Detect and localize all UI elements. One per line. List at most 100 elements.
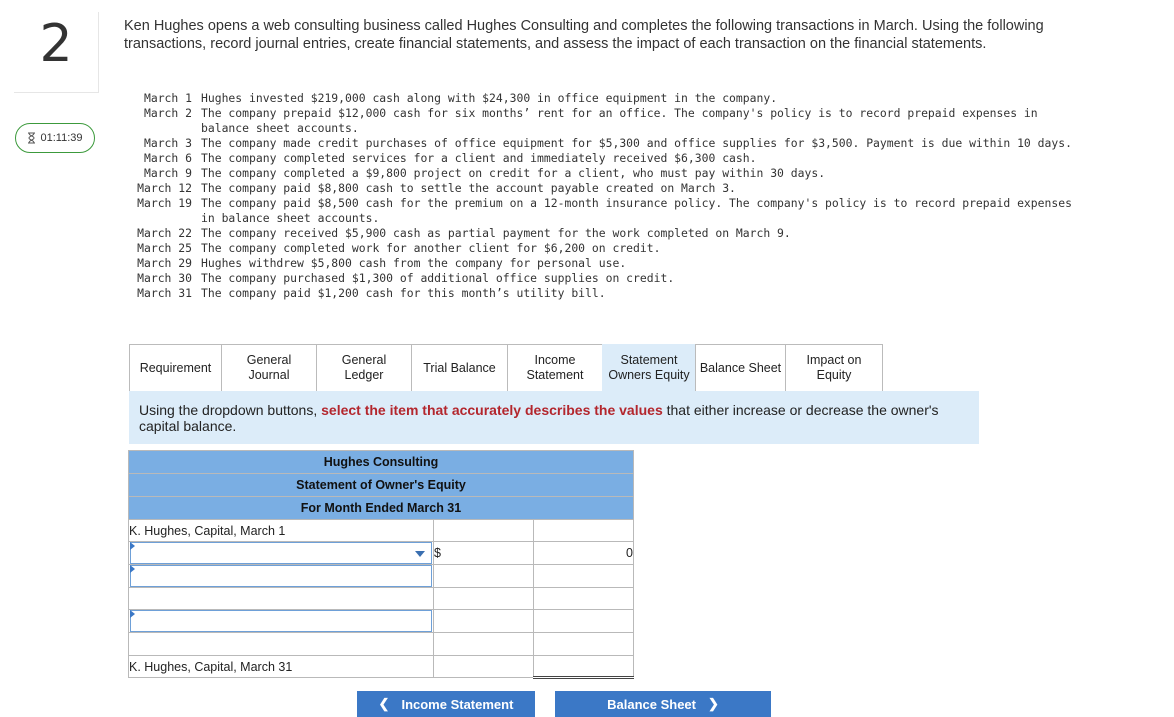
dollar-sign: $ (433, 541, 534, 565)
transaction-row: March 9 The company completed a $9,800 pr… (122, 166, 1122, 181)
flag-icon (130, 542, 135, 550)
transaction-text: The company completed services for a cli… (201, 151, 757, 165)
tab-requirement[interactable]: Requirement (129, 344, 222, 391)
transaction-date: March 12 (137, 181, 192, 195)
opening-capital-label: K. Hughes, Capital, March 1 (128, 519, 434, 542)
transaction-text: The company made credit purchases of off… (201, 136, 1072, 150)
tab-label: Impact on Equity (806, 353, 862, 382)
transaction-date: March 19 (137, 196, 192, 210)
transaction-text: The company completed a $9,800 project o… (201, 166, 826, 180)
table-row (128, 632, 634, 656)
statement-period: For Month Ended March 31 (128, 496, 634, 520)
prev-button-label: Income Statement (401, 696, 514, 712)
statement-title: Statement of Owner's Equity (128, 473, 634, 497)
transaction-date: March 29 (137, 256, 192, 270)
tab-label: General Journal (246, 353, 292, 382)
table-row (128, 609, 634, 633)
hourglass-icon (27, 132, 36, 144)
empty-cell (533, 587, 634, 610)
transaction-text: The company purchased $1,300 of addition… (201, 271, 675, 285)
table-row: K. Hughes, Capital, March 1 (128, 519, 634, 542)
transaction-date: March 6 (143, 151, 192, 165)
transaction-row: March 25 The company completed work for a… (122, 241, 1122, 256)
tab-label: General Ledger (341, 353, 387, 382)
empty-cell (533, 609, 634, 633)
tab-income-statement[interactable]: Income Statement (507, 344, 603, 391)
transaction-text: Hughes withdrew $5,800 cash from the com… (201, 256, 627, 270)
transaction-date: March 9 (143, 166, 192, 180)
transaction-date: March 2 (143, 106, 192, 120)
requirement-tabs: Requirement General Journal General Ledger… (129, 344, 883, 391)
transaction-text: The company received $5,900 cash as part… (201, 226, 791, 240)
empty-cell (433, 519, 534, 542)
tab-label: Income Statement (526, 353, 584, 382)
instruction-box: Using the dropdown buttons, select the i… (129, 391, 979, 444)
next-button-label: Balance Sheet (607, 696, 696, 712)
item-input[interactable] (130, 565, 432, 587)
timer-value: 01:11:39 (40, 132, 83, 144)
table-row (128, 587, 634, 610)
question-number: 2 (39, 14, 73, 74)
transaction-date: March 22 (137, 226, 192, 240)
transaction-date: March 30 (137, 271, 192, 285)
timer: 01:11:39 (15, 123, 95, 153)
transaction-text: The company paid $8,500 cash for the pre… (201, 196, 1072, 225)
tab-label: Requirement (139, 360, 212, 375)
transaction-list: March 1 Hughes invested $219,000 cash alo… (122, 91, 1122, 301)
flag-icon (130, 565, 135, 573)
empty-cell (433, 632, 534, 656)
transaction-row: March 3 The company made credit purchases… (122, 136, 1122, 151)
closing-amount-cell[interactable] (533, 655, 634, 679)
empty-cell (433, 564, 534, 588)
tab-trial-balance[interactable]: Trial Balance (411, 344, 508, 391)
transaction-row: March 1 Hughes invested $219,000 cash alo… (122, 91, 1122, 106)
amount-value: 0 (533, 541, 634, 565)
transaction-row: March 22 The company received $5,900 cash… (122, 226, 1122, 241)
item-dropdown[interactable] (130, 542, 432, 564)
problem-intro: Ken Hughes opens a web consulting busine… (124, 18, 1044, 52)
transaction-text: The company paid $1,200 cash for this mo… (201, 286, 606, 300)
closing-capital-label: K. Hughes, Capital, March 31 (128, 655, 434, 678)
transaction-date: March 25 (137, 241, 192, 255)
tab-general-ledger[interactable]: General Ledger (316, 344, 412, 391)
company-name: Hughes Consulting (128, 450, 634, 474)
table-row: $ 0 (128, 541, 634, 565)
transaction-row: March 2 The company prepaid $12,000 cash … (122, 106, 1122, 136)
transaction-text: Hughes invested $219,000 cash along with… (201, 91, 778, 105)
item-input[interactable] (130, 610, 432, 632)
tab-statement-owners-equity[interactable]: Statement Owners Equity (602, 344, 696, 391)
tab-general-journal[interactable]: General Journal (221, 344, 317, 391)
transaction-date: March 3 (143, 136, 192, 150)
tab-label: Balance Sheet (699, 360, 782, 375)
empty-cell (533, 564, 634, 588)
empty-cell (433, 587, 534, 610)
tab-impact-on-equity[interactable]: Impact on Equity (785, 344, 883, 391)
prev-income-statement-button[interactable]: ❮ Income Statement (357, 691, 535, 717)
tab-label: Statement Owners Equity (608, 353, 690, 382)
transaction-text: The company completed work for another c… (201, 241, 661, 255)
empty-cell (128, 587, 434, 610)
empty-cell (128, 632, 434, 656)
empty-cell (533, 519, 634, 542)
empty-cell (433, 655, 534, 678)
transaction-date: March 31 (137, 286, 192, 300)
empty-cell (433, 609, 534, 633)
transaction-row: March 12 The company paid $8,800 cash to … (122, 181, 1122, 196)
flag-icon (130, 610, 135, 618)
transaction-row: March 31 The company paid $1,200 cash for… (122, 286, 1122, 301)
table-row: K. Hughes, Capital, March 31 (128, 655, 634, 679)
transaction-row: March 19 The company paid $8,500 cash for… (122, 196, 1122, 226)
owners-equity-statement: Hughes Consulting Statement of Owner's E… (128, 450, 634, 679)
chevron-down-icon[interactable] (415, 551, 425, 557)
transaction-text: The company prepaid $12,000 cash for six… (201, 106, 1038, 135)
instruction-emphasis: select the item that accurately describe… (321, 402, 663, 418)
tab-label: Trial Balance (423, 360, 496, 375)
tab-balance-sheet[interactable]: Balance Sheet (695, 344, 786, 391)
transaction-row: March 6 The company completed services fo… (122, 151, 1122, 166)
next-balance-sheet-button[interactable]: Balance Sheet ❯ (555, 691, 771, 717)
empty-cell (533, 632, 634, 656)
transaction-date: March 1 (143, 91, 192, 105)
instruction-text: Using the dropdown buttons, (139, 402, 322, 418)
transaction-row: March 29 Hughes withdrew $5,800 cash from… (122, 256, 1122, 271)
transaction-text: The company paid $8,800 cash to settle t… (201, 181, 736, 195)
